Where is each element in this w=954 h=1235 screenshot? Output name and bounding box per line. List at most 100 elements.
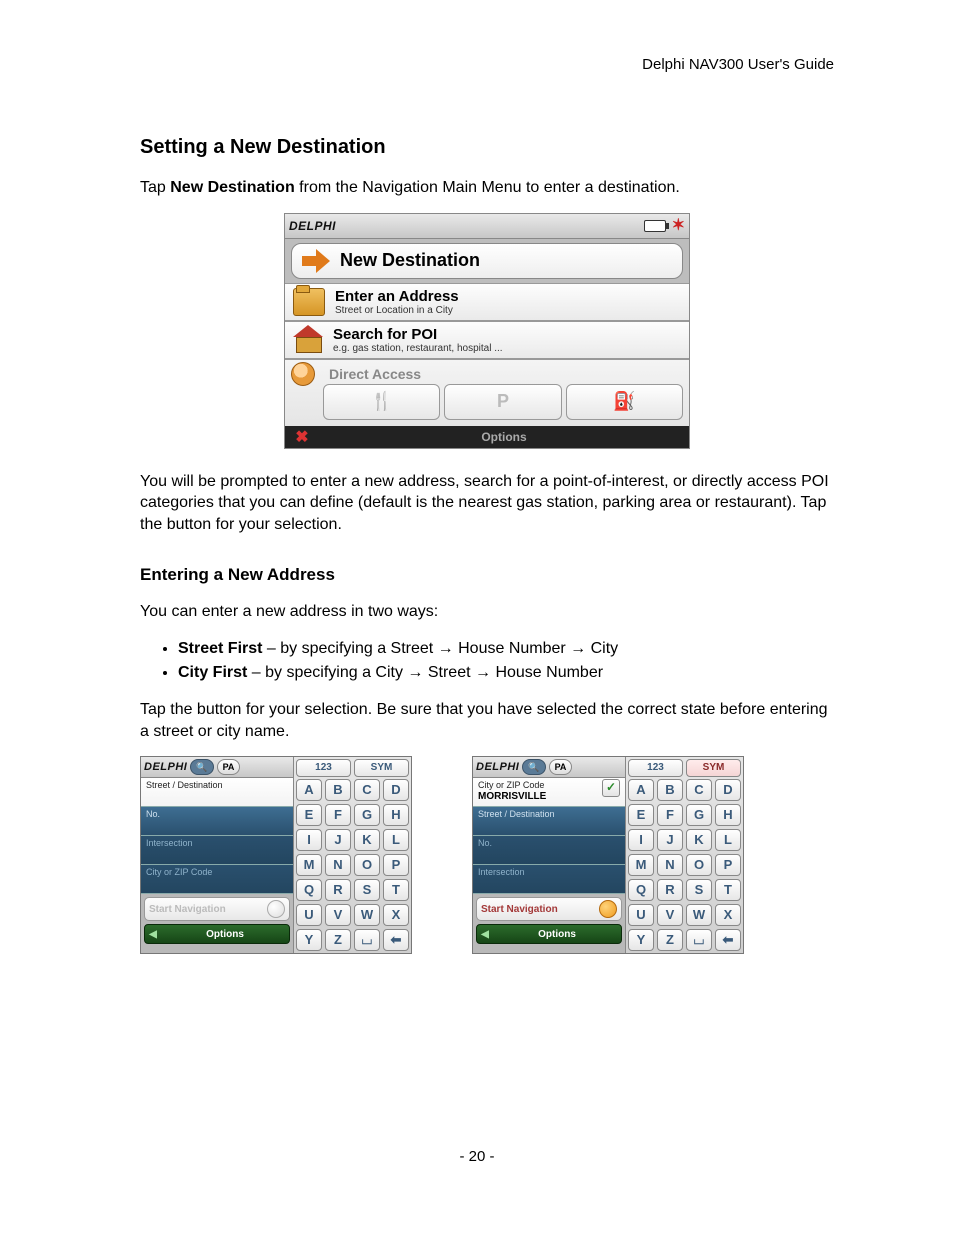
cancel-icon[interactable]: ✖: [285, 427, 319, 447]
key-space[interactable]: [354, 929, 380, 951]
key-o[interactable]: O: [686, 854, 712, 876]
back-icon[interactable]: ◀: [145, 929, 161, 940]
key-i[interactable]: I: [296, 829, 322, 851]
key-p[interactable]: P: [715, 854, 741, 876]
key-m[interactable]: M: [296, 854, 322, 876]
key-j[interactable]: J: [657, 829, 683, 851]
key-e[interactable]: E: [628, 804, 654, 826]
bottom-bar: ✖ Options: [285, 426, 689, 448]
key-x[interactable]: X: [383, 904, 409, 926]
key-h[interactable]: H: [715, 804, 741, 826]
key-s[interactable]: S: [686, 879, 712, 901]
key-y[interactable]: Y: [628, 929, 654, 951]
key-p[interactable]: P: [383, 854, 409, 876]
state-tab[interactable]: PA: [217, 759, 241, 775]
key-g[interactable]: G: [686, 804, 712, 826]
key-a[interactable]: A: [296, 779, 322, 801]
start-navigation-button[interactable]: Start Navigation: [144, 897, 290, 921]
key-x[interactable]: X: [715, 904, 741, 926]
key-i[interactable]: I: [628, 829, 654, 851]
key-h[interactable]: H: [383, 804, 409, 826]
tab-123[interactable]: 123: [296, 759, 351, 777]
key-r[interactable]: R: [325, 879, 351, 901]
key-n[interactable]: N: [657, 854, 683, 876]
field-number[interactable]: No.: [141, 807, 293, 836]
options-button[interactable]: Options: [319, 430, 689, 444]
key-y[interactable]: Y: [296, 929, 322, 951]
key-l[interactable]: L: [715, 829, 741, 851]
screen-title: New Destination: [340, 250, 480, 271]
menu-label: Enter an Address: [335, 288, 459, 305]
options-bar[interactable]: ◀ Options: [144, 924, 290, 944]
key-t[interactable]: T: [715, 879, 741, 901]
options-bar[interactable]: ◀ Options: [476, 924, 622, 944]
key-k[interactable]: K: [686, 829, 712, 851]
key-c[interactable]: C: [686, 779, 712, 801]
key-backspace[interactable]: [715, 929, 741, 951]
field-intersection[interactable]: Intersection: [473, 865, 625, 894]
tab-123[interactable]: 123: [628, 759, 683, 777]
tab-sym[interactable]: SYM: [354, 759, 409, 777]
key-v[interactable]: V: [325, 904, 351, 926]
da-restaurant-button[interactable]: 🍴: [323, 384, 440, 420]
search-tab[interactable]: 🔍: [190, 759, 213, 775]
go-icon: [267, 900, 285, 918]
close-icon[interactable]: ✶: [672, 218, 685, 234]
key-space[interactable]: [686, 929, 712, 951]
field-city[interactable]: ✓ City or ZIP Code MORRISVILLE: [473, 778, 625, 807]
tab-sym[interactable]: SYM: [686, 759, 741, 777]
key-q[interactable]: Q: [296, 879, 322, 901]
key-u[interactable]: U: [296, 904, 322, 926]
key-n[interactable]: N: [325, 854, 351, 876]
key-w[interactable]: W: [354, 904, 380, 926]
subsection-heading: Entering a New Address: [140, 565, 834, 585]
poi-icon: [293, 327, 323, 353]
key-a[interactable]: A: [628, 779, 654, 801]
field-street[interactable]: Street / Destination: [141, 778, 293, 807]
para-state-note: Tap the button for your selection. Be su…: [140, 699, 834, 742]
key-t[interactable]: T: [383, 879, 409, 901]
field-city[interactable]: City or ZIP Code: [141, 865, 293, 894]
doc-header: Delphi NAV300 User's Guide: [642, 56, 834, 73]
key-b[interactable]: B: [657, 779, 683, 801]
field-number[interactable]: No.: [473, 836, 625, 865]
start-navigation-button[interactable]: Start Navigation: [476, 897, 622, 921]
key-f[interactable]: F: [325, 804, 351, 826]
key-g[interactable]: G: [354, 804, 380, 826]
direct-access-label: Direct Access: [285, 362, 689, 382]
key-backspace[interactable]: [383, 929, 409, 951]
brand-logo: DELPHI: [476, 761, 519, 773]
key-c[interactable]: C: [354, 779, 380, 801]
key-d[interactable]: D: [383, 779, 409, 801]
key-r[interactable]: R: [657, 879, 683, 901]
key-z[interactable]: Z: [657, 929, 683, 951]
key-d[interactable]: D: [715, 779, 741, 801]
key-l[interactable]: L: [383, 829, 409, 851]
field-street[interactable]: Street / Destination: [473, 807, 625, 836]
menu-search-poi[interactable]: Search for POI e.g. gas station, restaur…: [285, 321, 689, 359]
key-k[interactable]: K: [354, 829, 380, 851]
key-u[interactable]: U: [628, 904, 654, 926]
back-icon[interactable]: ◀: [477, 929, 493, 940]
menu-enter-address[interactable]: Enter an Address Street or Location in a…: [285, 283, 689, 321]
check-icon[interactable]: ✓: [602, 779, 620, 797]
da-parking-button[interactable]: P: [444, 384, 561, 420]
intro-prefix: Tap: [140, 179, 170, 196]
keyboard: ABCD EFGH IJKL MNOP QRST UVWX YZ: [296, 779, 409, 951]
key-e[interactable]: E: [296, 804, 322, 826]
person-icon: [291, 362, 315, 386]
key-o[interactable]: O: [354, 854, 380, 876]
key-w[interactable]: W: [686, 904, 712, 926]
key-q[interactable]: Q: [628, 879, 654, 901]
key-z[interactable]: Z: [325, 929, 351, 951]
key-s[interactable]: S: [354, 879, 380, 901]
field-intersection[interactable]: Intersection: [141, 836, 293, 865]
key-v[interactable]: V: [657, 904, 683, 926]
key-m[interactable]: M: [628, 854, 654, 876]
state-tab[interactable]: PA: [549, 759, 573, 775]
key-b[interactable]: B: [325, 779, 351, 801]
key-f[interactable]: F: [657, 804, 683, 826]
search-tab[interactable]: 🔍: [522, 759, 545, 775]
key-j[interactable]: J: [325, 829, 351, 851]
da-gas-button[interactable]: ⛽: [566, 384, 683, 420]
